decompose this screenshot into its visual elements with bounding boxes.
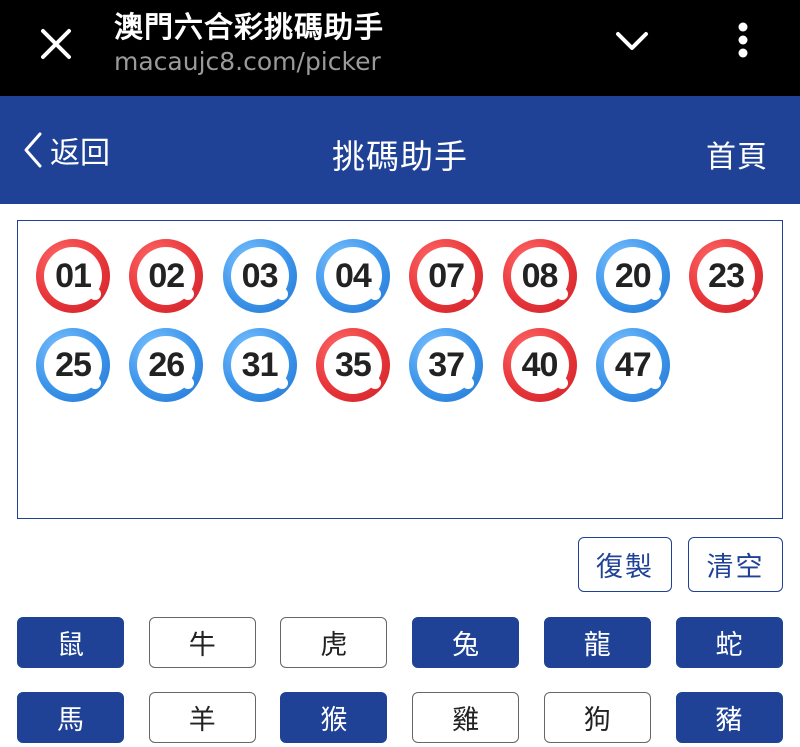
- ball-shine: [555, 288, 568, 300]
- ball-number: 07: [428, 256, 465, 295]
- ball-number: 08: [521, 256, 559, 295]
- number-ball[interactable]: 02: [129, 239, 204, 313]
- more-vertical-icon: [738, 22, 748, 58]
- number-ball[interactable]: 47: [595, 328, 670, 402]
- ball-number: 40: [521, 345, 559, 384]
- ball-shine: [275, 288, 288, 300]
- ball-shine: [368, 288, 381, 300]
- number-ball[interactable]: 04: [315, 239, 390, 313]
- ball-number: 47: [614, 345, 652, 384]
- ball-number: 03: [241, 256, 279, 295]
- number-ball[interactable]: 26: [129, 328, 204, 402]
- zodiac-button[interactable]: 虎: [280, 617, 388, 668]
- clear-button[interactable]: 清空: [688, 537, 783, 592]
- ball-shine: [89, 288, 101, 300]
- number-ball[interactable]: 07: [409, 239, 484, 313]
- zodiac-button[interactable]: 豬: [675, 692, 783, 743]
- close-button[interactable]: [28, 16, 84, 72]
- ball-number: 37: [428, 345, 465, 384]
- ball-shine: [648, 288, 661, 300]
- home-link[interactable]: 首頁: [706, 132, 768, 176]
- ball-number: 23: [708, 256, 745, 295]
- copy-button[interactable]: 復製: [578, 537, 672, 592]
- ball-shine: [555, 377, 568, 389]
- number-ball[interactable]: 25: [36, 328, 110, 402]
- number-ball[interactable]: 37: [409, 328, 484, 402]
- ball-number: 31: [241, 345, 279, 384]
- more-menu-button[interactable]: [720, 14, 766, 66]
- ball-number: 01: [55, 256, 92, 295]
- zodiac-button[interactable]: 蛇: [675, 617, 783, 668]
- ball-number: 04: [334, 256, 372, 295]
- browser-url[interactable]: macaujc8.com/picker: [114, 47, 381, 76]
- zodiac-button[interactable]: 兔: [412, 617, 520, 668]
- chevron-down-icon: [616, 32, 648, 50]
- ball-shine: [368, 377, 381, 389]
- number-ball[interactable]: 03: [222, 239, 297, 313]
- browser-bar: 澳門六合彩挑碼助手 macaujc8.com/picker: [0, 0, 800, 96]
- ball-number: 02: [148, 256, 185, 295]
- zodiac-button[interactable]: 雞: [412, 692, 520, 743]
- zodiac-button[interactable]: 猴: [280, 692, 388, 743]
- zodiac-button[interactable]: 馬: [17, 692, 124, 743]
- zodiac-button[interactable]: 狗: [543, 692, 651, 743]
- ball-number: 35: [334, 345, 372, 384]
- zodiac-button[interactable]: 鼠: [17, 617, 124, 668]
- number-ball[interactable]: 31: [222, 328, 297, 402]
- selected-numbers-panel: 01 02 03 04 07 08 20 23 25 26 31 35 37 40 47: [17, 220, 783, 519]
- number-ball[interactable]: 23: [689, 239, 764, 313]
- ball-number: 20: [614, 256, 652, 295]
- ball-number: 25: [55, 345, 92, 384]
- browser-page-title: 澳門六合彩挑碼助手: [114, 10, 385, 44]
- number-ball[interactable]: 35: [315, 328, 390, 402]
- zodiac-button[interactable]: 羊: [148, 692, 256, 743]
- close-icon: [41, 29, 71, 59]
- number-ball[interactable]: 01: [36, 239, 110, 313]
- number-ball[interactable]: 08: [502, 239, 577, 313]
- number-ball[interactable]: 40: [502, 328, 577, 402]
- ball-shine: [89, 377, 101, 389]
- zodiac-button[interactable]: 龍: [543, 617, 651, 668]
- page-title: 挑碼助手: [332, 137, 468, 176]
- ball-shine: [648, 377, 661, 389]
- zodiac-button[interactable]: 牛: [148, 617, 256, 668]
- app-header: 返回 挑碼助手 首頁: [0, 96, 800, 204]
- expand-button[interactable]: [606, 18, 658, 64]
- ball-shine: [742, 288, 755, 300]
- number-ball[interactable]: 20: [595, 239, 670, 313]
- ball-number: 26: [148, 345, 185, 384]
- ball-shine: [275, 377, 288, 389]
